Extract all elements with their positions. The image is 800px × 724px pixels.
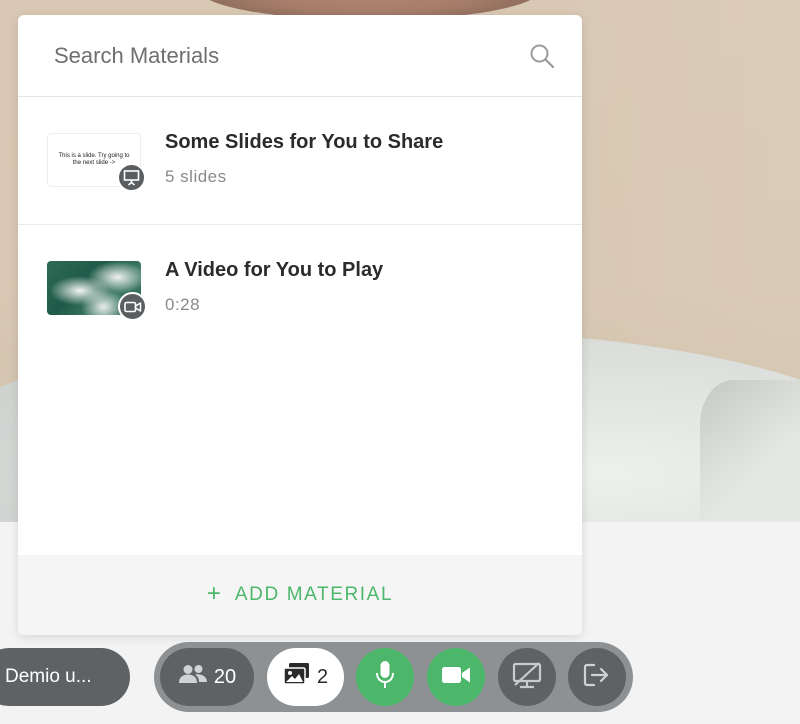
camera-button[interactable] [427, 648, 485, 706]
materials-panel: This is a slide. Try going to the next s… [18, 15, 582, 635]
material-meta: 5 slides [165, 167, 227, 186]
video-thumbnail [47, 261, 147, 321]
attendees-button[interactable]: 20 [160, 648, 254, 706]
video-camera-icon [118, 292, 147, 321]
material-meta: 0:28 [165, 295, 201, 314]
control-bar: 20 2 [154, 642, 633, 712]
add-material-button[interactable]: + ADD MATERIAL [18, 555, 582, 635]
material-item-video[interactable]: A Video for You to Play 0:28 [18, 225, 582, 353]
presentation-icon [117, 163, 146, 192]
people-icon [178, 664, 208, 690]
sign-out-icon [583, 663, 611, 692]
material-item-slides[interactable]: This is a slide. Try going to the next s… [18, 97, 582, 225]
images-icon [283, 662, 311, 692]
add-material-label: ADD MATERIAL [234, 584, 394, 605]
material-title: Some Slides for You to Share [165, 131, 444, 153]
screen-share-button[interactable] [498, 648, 556, 706]
slide-thumbnail-text: This is a slide. Try going to the next s… [58, 153, 130, 166]
slide-thumbnail: This is a slide. Try going to the next s… [47, 133, 146, 192]
presenter-name-pill[interactable]: Demio u... [0, 648, 130, 706]
materials-button[interactable]: 2 [267, 648, 344, 706]
material-text: A Video for You to Play 0:28 [165, 257, 383, 315]
attendees-count: 20 [213, 665, 237, 688]
search-input[interactable] [54, 42, 528, 69]
microphone-icon [374, 660, 396, 695]
search-icon[interactable] [528, 42, 556, 70]
leave-button[interactable] [568, 648, 626, 706]
plus-icon: + [206, 580, 221, 607]
search-bar [18, 15, 582, 97]
material-title: A Video for You to Play [165, 259, 384, 281]
microphone-button[interactable] [356, 648, 414, 706]
materials-count: 2 [316, 665, 329, 688]
screen-share-off-icon [511, 661, 543, 694]
video-camera-icon [441, 664, 471, 691]
material-text: Some Slides for You to Share 5 slides [165, 129, 443, 187]
presenter-name: Demio u... [5, 666, 92, 687]
webcam-shirt-fold [700, 380, 800, 522]
